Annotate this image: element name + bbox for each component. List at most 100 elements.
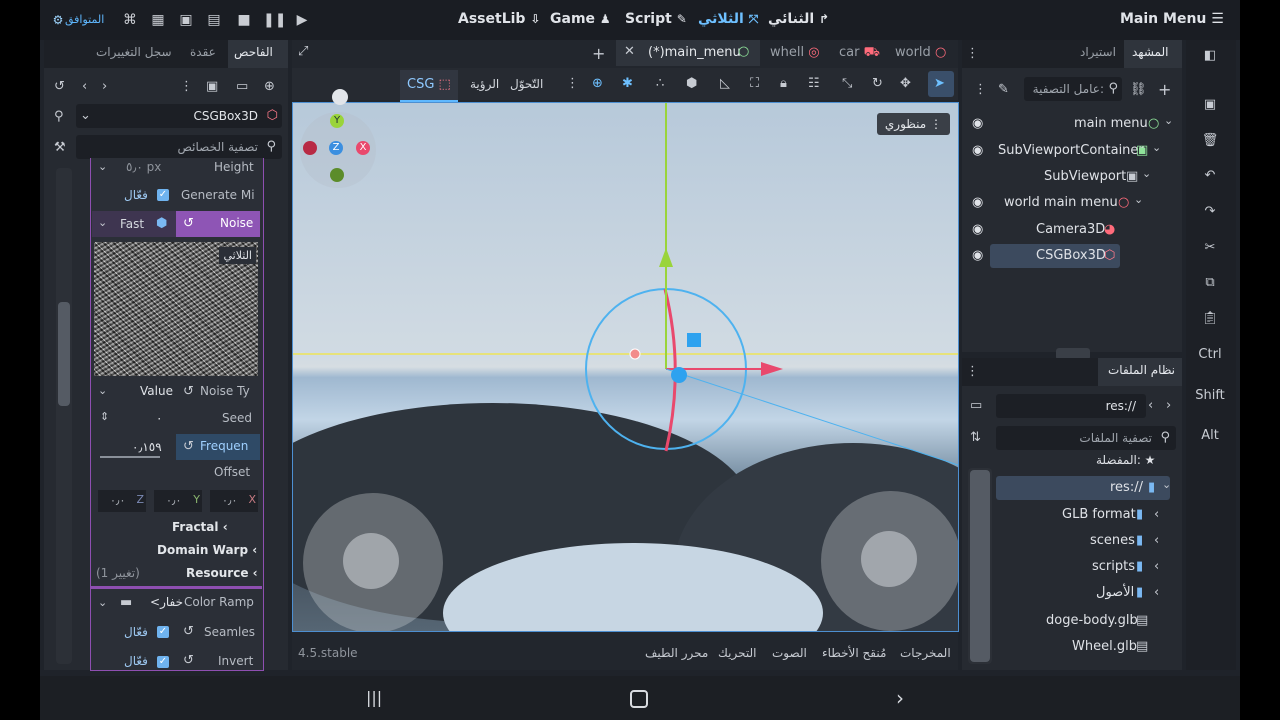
snap-icon[interactable]: ✱	[622, 76, 633, 91]
view-gizmo-z[interactable]: Z	[329, 141, 343, 155]
distraction-free-icon[interactable]: ⤢	[298, 44, 308, 59]
invert-revert-icon[interactable]: ↺	[183, 653, 194, 668]
object-selector[interactable]: ⌄ CSGBox3D ⬡	[76, 104, 282, 128]
file-row-selected[interactable]: res:// ▮ ⌄	[996, 476, 1171, 500]
color-ramp-value[interactable]: <خفار	[150, 595, 183, 609]
chevron-left-icon[interactable]: ‹	[1154, 585, 1159, 600]
noise-type-value[interactable]: Value	[140, 384, 173, 398]
revert-icon[interactable]: ↺	[183, 216, 194, 231]
noise-value[interactable]: Fast	[120, 217, 144, 231]
chevron-down-icon[interactable]: ⌄	[1164, 114, 1173, 127]
save-icon[interactable]: ▣	[206, 79, 218, 94]
tab-debugger[interactable]: مُنقح الأخطاء	[822, 646, 886, 660]
renderer-label[interactable]: المتوافق	[65, 13, 104, 26]
perspective-button[interactable]: منظوري ⋮	[876, 113, 950, 135]
tab-node[interactable]: عقدة	[190, 45, 216, 59]
copy-icon[interactable]: ⧉	[1199, 275, 1221, 290]
view-gizmo-neg-y[interactable]	[330, 168, 344, 182]
back-nav-icon[interactable]: ›	[896, 686, 904, 710]
left-joystick-knob[interactable]	[343, 533, 399, 589]
chevron-left-icon[interactable]: ‹	[1154, 507, 1159, 522]
home-icon[interactable]	[630, 690, 648, 708]
chevron-left-icon[interactable]: ‹	[1154, 559, 1159, 574]
scene-filter[interactable]: عامل التصفية: ⚲	[1024, 77, 1122, 101]
paste-icon[interactable]: 📋︎	[1199, 311, 1221, 326]
view-gizmo-x[interactable]: X	[356, 141, 370, 155]
invert-checkbox[interactable]: ✓	[157, 656, 169, 668]
ruler-icon[interactable]: ◺	[720, 76, 730, 91]
group-icon[interactable]: ⛶	[750, 76, 759, 91]
view-gizmo-y[interactable]: Y	[330, 114, 344, 128]
stop-icon[interactable]: ■	[234, 10, 254, 30]
link-icon[interactable]: ⛓	[1130, 82, 1147, 97]
path-field[interactable]: res://	[996, 394, 1146, 418]
folder-open-icon[interactable]: ▭	[236, 79, 248, 94]
tab-audio[interactable]: الصوت	[772, 646, 807, 660]
move-icon[interactable]: ✥	[900, 76, 911, 91]
toggle-dock-icon[interactable]: ◧	[1199, 48, 1221, 63]
noise-type-chevron-icon[interactable]: ⌄	[98, 384, 107, 397]
csg-menu[interactable]: CSG ⬚	[407, 77, 451, 92]
file-row[interactable]: الأصول ▮ ‹	[962, 581, 1182, 605]
toolbar-more-icon[interactable]: ⋮	[566, 76, 579, 91]
color-ramp-chevron-icon[interactable]: ⌄	[98, 596, 107, 609]
fractal-group[interactable]: Fractal ‹	[172, 520, 228, 534]
forward-icon[interactable]: ›	[102, 79, 107, 94]
tree-row[interactable]: ◉ SubViewportContainer ▣ ⌄	[962, 139, 1182, 163]
view-menu[interactable]: الرؤية	[470, 77, 499, 91]
frequency-slider[interactable]	[100, 456, 160, 458]
back-icon[interactable]: ‹	[82, 79, 87, 94]
lock-icon[interactable]: 🔒︎	[780, 76, 787, 91]
tab-world[interactable]: world ○	[895, 45, 946, 60]
tab-main-menu[interactable]: ✕ (*)main_menu ○	[616, 40, 760, 66]
ctrl-key[interactable]: Ctrl	[1192, 347, 1228, 362]
scene-options-icon[interactable]: ⋮	[974, 82, 987, 97]
visibility-eye-icon[interactable]: ◉	[972, 222, 988, 238]
right-joystick[interactable]	[821, 491, 958, 631]
tab-whell[interactable]: whell ◎	[770, 45, 820, 60]
script-tab[interactable]: Script ✎	[625, 11, 687, 27]
tools-icon[interactable]: ⚒	[54, 140, 66, 155]
recent-apps-icon[interactable]: |||	[366, 688, 382, 707]
tree-row[interactable]: ◉ world main menu ○ ⌄	[962, 191, 1182, 215]
tab-filesystem[interactable]: نظام الملفات	[1108, 363, 1175, 377]
back-icon[interactable]: ‹	[1148, 398, 1153, 413]
frequency-revert-icon[interactable]: ↺	[183, 439, 194, 454]
chevron-down-icon[interactable]: ⌄	[1134, 193, 1143, 206]
tree-row[interactable]: ◉ main menu ○ ⌄	[962, 112, 1182, 136]
add-tab-icon[interactable]: +	[592, 44, 605, 63]
domain-warp-group[interactable]: Domain Warp ‹	[157, 543, 257, 557]
height-value[interactable]: ٥٫٠ px	[126, 160, 161, 174]
seamless-revert-icon[interactable]: ↺	[183, 624, 194, 639]
file-row[interactable]: scenes ▮ ‹	[962, 529, 1182, 553]
tree-row[interactable]: ◉ Camera3D ◕	[962, 218, 1182, 242]
list-select-icon[interactable]: ☷	[808, 76, 820, 91]
preview-mode-badge[interactable]: الثلاثي	[219, 247, 256, 264]
assetlib-tab[interactable]: AssetLib ⇩	[458, 11, 540, 27]
3d-viewport[interactable]: منظوري ⋮	[292, 102, 959, 632]
chevron-down-icon[interactable]: ⌄	[1142, 167, 1151, 180]
seed-value[interactable]: ٠	[156, 411, 162, 425]
visibility-eye-icon[interactable]: ◉	[972, 195, 988, 211]
undo-icon[interactable]: ↶	[1199, 168, 1221, 183]
noise-chevron-icon[interactable]: ⌄	[98, 216, 107, 229]
attach-script-icon[interactable]: ✎	[998, 82, 1009, 97]
cut-icon[interactable]: ✂	[1199, 240, 1221, 255]
noise-type-revert-icon[interactable]: ↺	[183, 384, 194, 399]
run-scene-icon[interactable]: ▣	[176, 10, 196, 30]
tab-shader-editor[interactable]: محرر الطيف	[645, 646, 708, 660]
rotate-icon[interactable]: ↻	[872, 76, 883, 91]
visibility-eye-icon[interactable]: ◉	[972, 248, 988, 264]
tab-animation[interactable]: التحريك	[718, 646, 756, 660]
save-icon[interactable]: ▣	[1199, 97, 1221, 112]
mesh-icon[interactable]: ⬢	[686, 76, 697, 91]
tab-history[interactable]: سجل التغييرات	[96, 45, 172, 59]
generate-mipmaps-checkbox[interactable]: ✓	[157, 189, 169, 201]
main-menu-button[interactable]: Main Menu ☰	[1120, 11, 1224, 27]
tab-inspector[interactable]: الفاحص	[234, 45, 273, 59]
add-node-icon[interactable]: +	[1158, 80, 1171, 99]
file-row[interactable]: doge-body.glb ▤	[962, 609, 1182, 633]
offset-y-field[interactable]: ٠٫٠ Y	[154, 490, 202, 512]
select-arrow-icon[interactable]: ➤	[934, 76, 945, 91]
game-tab[interactable]: Game ♟	[550, 11, 611, 27]
